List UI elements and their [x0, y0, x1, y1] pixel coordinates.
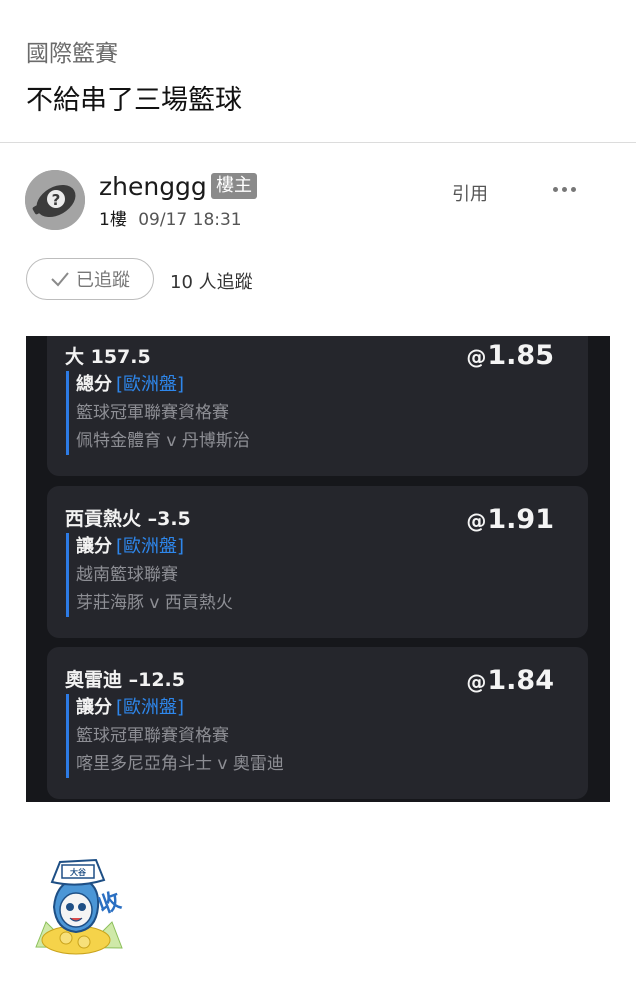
bet-card: 西貢熱火 –3.5 @1.91 讓分 [歐洲盤] 越南籃球聯賽 芽莊海豚 v 西貢… [47, 486, 588, 638]
bet-league: 籃球冠軍聯賽資格賽 [76, 726, 229, 746]
sticker-image: 大谷 收 [26, 852, 130, 962]
market-type: [歐洲盤] [116, 374, 185, 395]
bet-odds: @1.85 [466, 340, 554, 371]
bet-selection: 奧雷迪 –12.5 [65, 669, 185, 691]
thread-title: 不給串了三場籃球 [26, 85, 242, 116]
bet-market: 總分 [歐洲盤] [76, 374, 185, 395]
bet-match: 佩特金體育 v 丹博斯治 [76, 431, 250, 451]
bet-card: 奧雷迪 –12.5 @1.84 讓分 [歐洲盤] 籃球冠軍聯賽資格賽 喀里多尼亞角… [47, 647, 588, 799]
board-name[interactable]: 國際籃賽 [26, 34, 118, 68]
mascot-sticker-icon: 大谷 收 [35, 858, 125, 955]
quote-button[interactable]: 引用 [452, 180, 488, 206]
avatar[interactable]: ? [25, 170, 85, 230]
bet-match: 芽莊海豚 v 西貢熱火 [76, 593, 233, 613]
more-options-icon[interactable] [548, 176, 580, 202]
bet-slip-image: 大 157.5 @1.85 總分 [歐洲盤] 籃球冠軍聯賽資格賽 佩特金體育 v … [26, 336, 610, 802]
svg-text:大谷: 大谷 [70, 867, 87, 877]
dot [570, 186, 576, 192]
market-type: [歐洲盤] [116, 697, 185, 718]
post-time: 09/17 18:31 [138, 210, 242, 230]
dot [552, 186, 558, 192]
post-meta: 1樓 09/17 18:31 [99, 205, 242, 230]
bet-market: 讓分 [歐洲盤] [76, 536, 185, 557]
bet-odds: @1.91 [466, 504, 554, 535]
bet-details: 讓分 [歐洲盤] 越南籃球聯賽 芽莊海豚 v 西貢熱火 [66, 533, 233, 617]
bet-odds: @1.84 [466, 665, 554, 696]
svg-text:?: ? [52, 191, 61, 209]
market-type: [歐洲盤] [116, 536, 185, 557]
bet-league: 越南籃球聯賽 [76, 565, 178, 585]
bet-details: 總分 [歐洲盤] 籃球冠軍聯賽資格賽 佩特金體育 v 丹博斯治 [66, 371, 250, 455]
svg-text:收: 收 [95, 887, 125, 919]
checkmark-icon [51, 272, 69, 287]
bet-market: 讓分 [歐洲盤] [76, 697, 185, 718]
follow-label: 已追蹤 [76, 270, 130, 291]
follow-count: 10 人追蹤 [170, 272, 253, 293]
floor-number: 1樓 [99, 210, 127, 230]
bet-league: 籃球冠軍聯賽資格賽 [76, 403, 229, 423]
op-badge: 樓主 [211, 173, 257, 199]
bet-selection: 大 157.5 [65, 346, 151, 368]
bet-card: 大 157.5 @1.85 總分 [歐洲盤] 籃球冠軍聯賽資格賽 佩特金體育 v … [47, 336, 588, 476]
bet-match: 喀里多尼亞角斗士 v 奧雷迪 [76, 754, 284, 774]
default-avatar-icon: ? [25, 170, 85, 230]
username[interactable]: zhenggg [99, 172, 207, 201]
dot [561, 186, 567, 192]
bet-details: 讓分 [歐洲盤] 籃球冠軍聯賽資格賽 喀里多尼亞角斗士 v 奧雷迪 [66, 694, 284, 778]
follow-button[interactable]: 已追蹤 [26, 258, 154, 300]
bet-selection: 西貢熱火 –3.5 [65, 508, 191, 530]
board-header: 國際籃賽 不給串了三場籃球 [0, 0, 636, 143]
